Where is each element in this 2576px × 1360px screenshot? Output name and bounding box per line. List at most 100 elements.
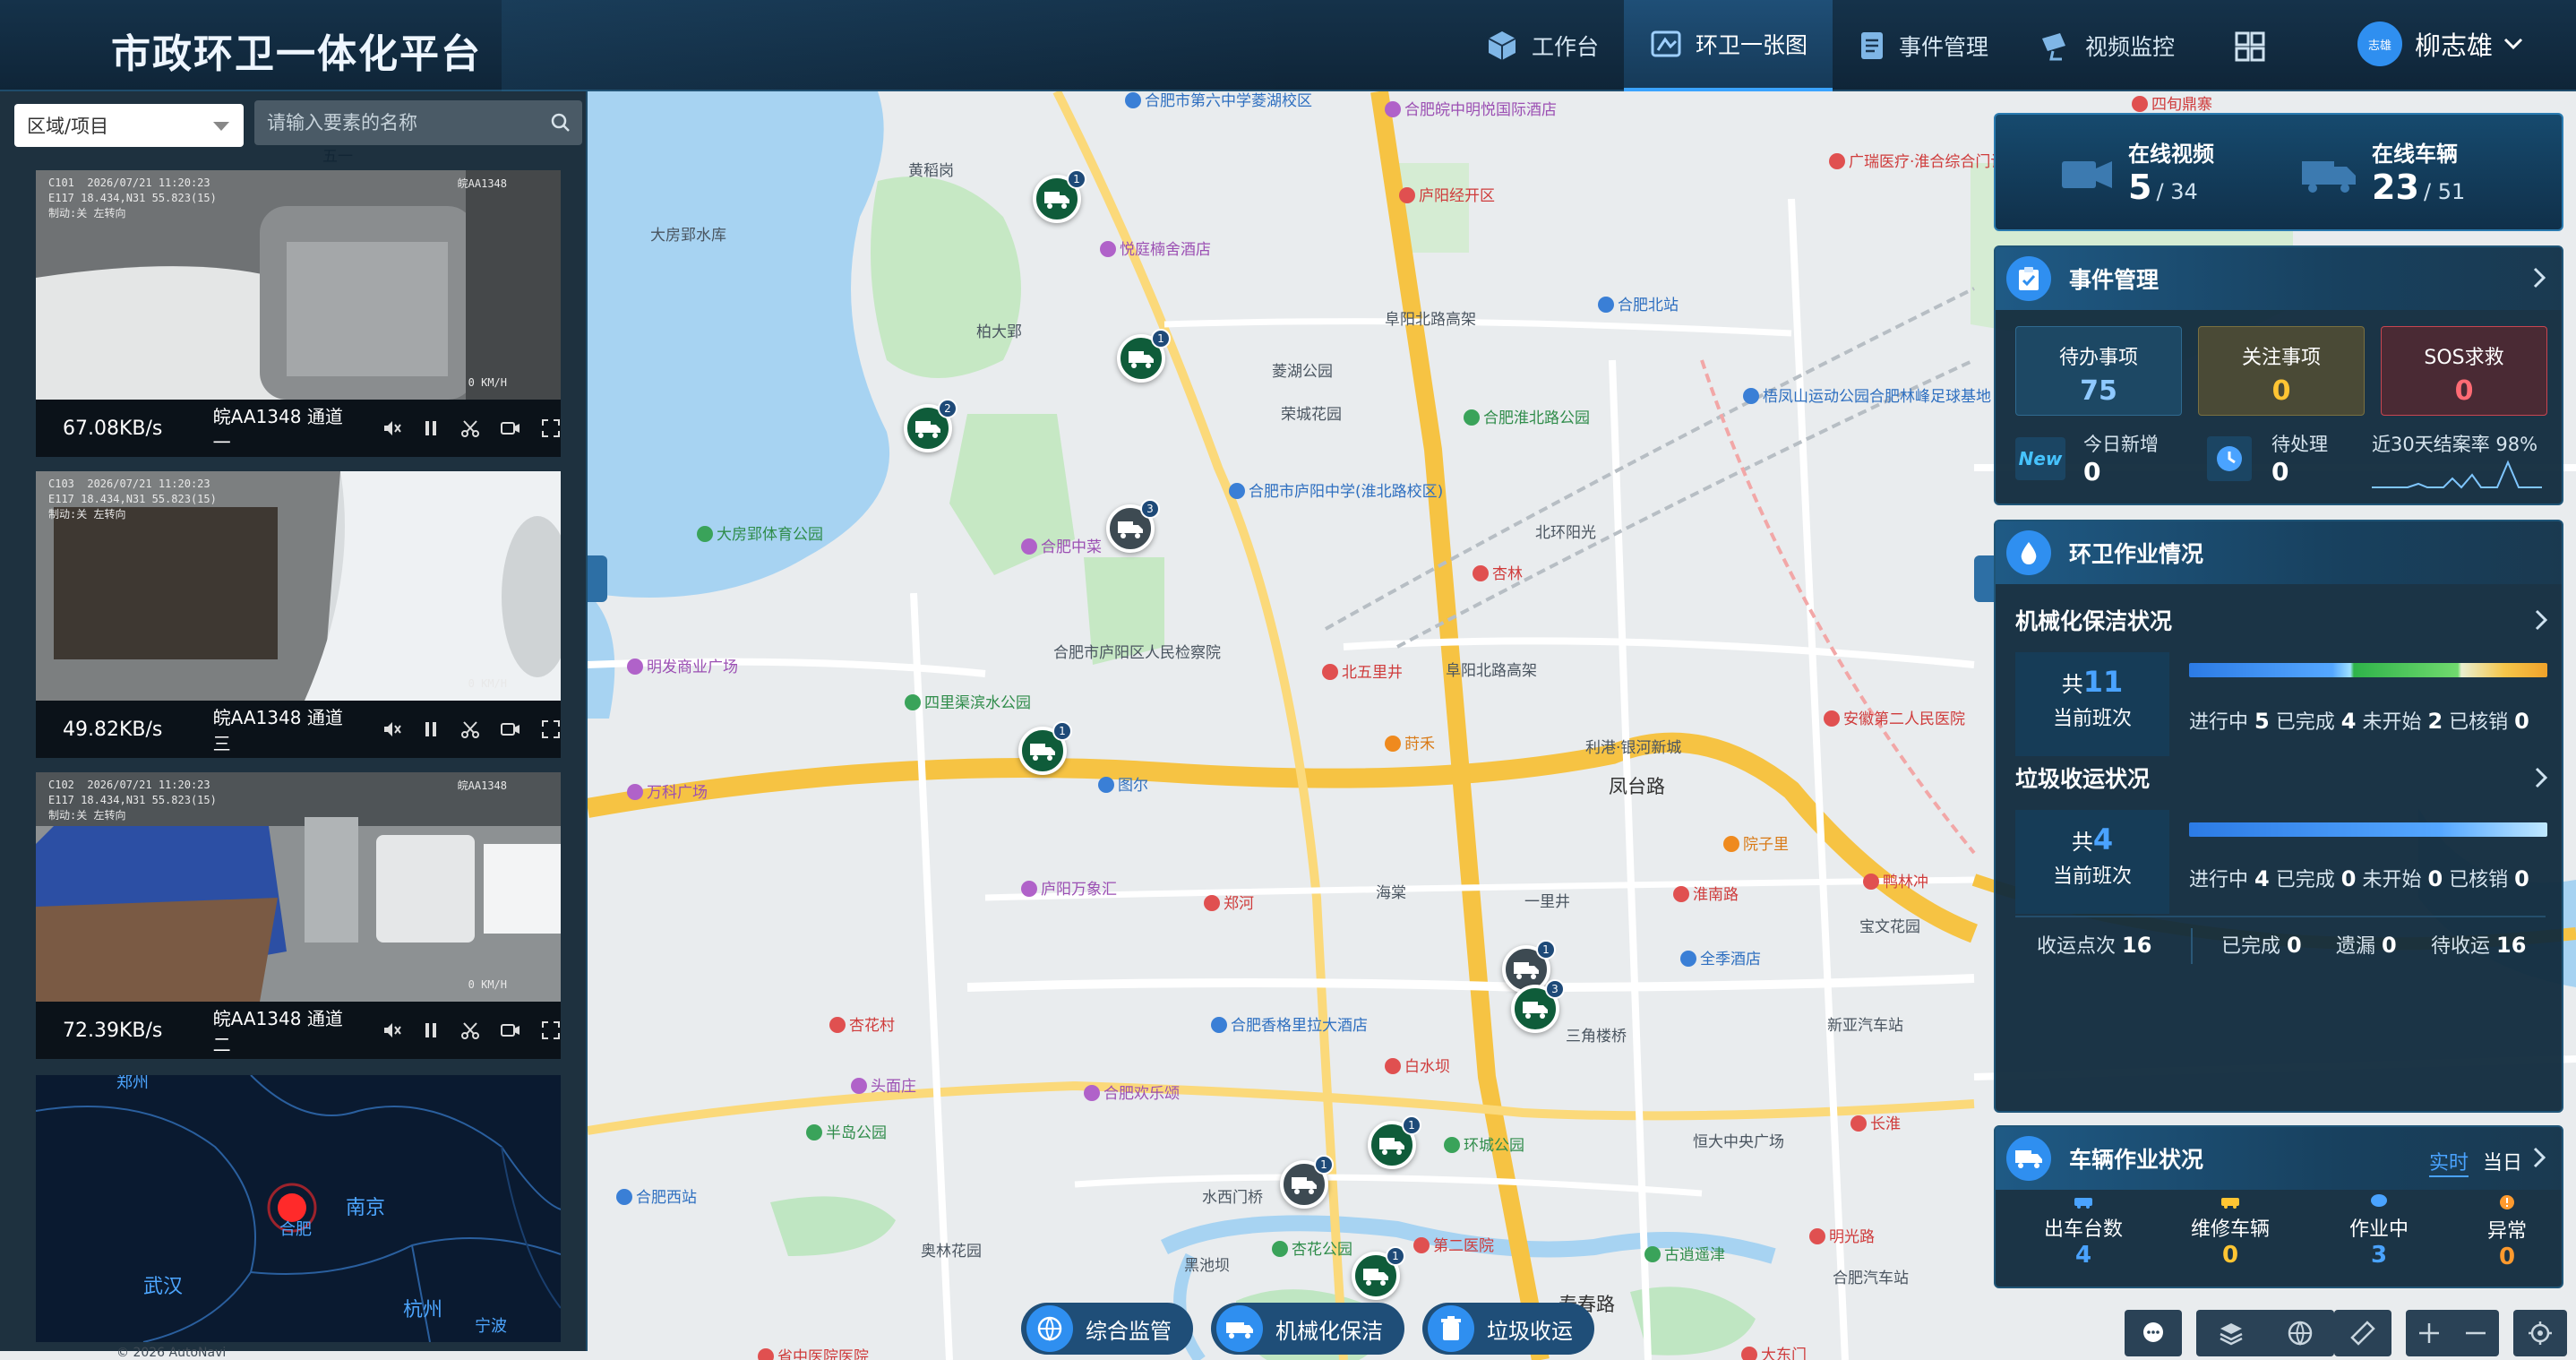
fullscreen-icon[interactable] bbox=[541, 719, 561, 739]
map-poi-label[interactable]: 四里渠滨水公园 bbox=[905, 690, 1031, 712]
map-poi-label[interactable]: 合肥市庐阳中学(淮北路校区) bbox=[1229, 478, 1443, 501]
fullscreen-icon[interactable] bbox=[541, 418, 561, 438]
map-poi-label[interactable]: 柏大郢 bbox=[976, 319, 1022, 341]
map-poi-label[interactable]: 庐阳经开区 bbox=[1399, 183, 1495, 205]
map-poi-label[interactable]: 合肥香格里拉大酒店 bbox=[1211, 1012, 1368, 1035]
map-poi-label[interactable]: 合肥欢乐颂 bbox=[1084, 1080, 1180, 1103]
tab-realtime[interactable]: 实时 bbox=[2429, 1147, 2469, 1177]
map-poi-label[interactable]: 宝文花园 bbox=[1859, 914, 1920, 936]
map-poi-label[interactable]: 荣城花园 bbox=[1281, 401, 1342, 424]
map-poi-label[interactable]: 明光路 bbox=[1809, 1224, 1875, 1246]
video-window-3[interactable]: C102 2026/07/21 11:20:23 E117 18.434,N31… bbox=[36, 772, 561, 1059]
chevron-right-icon[interactable] bbox=[2535, 767, 2547, 788]
message-button[interactable] bbox=[2125, 1310, 2182, 1356]
search-icon[interactable] bbox=[550, 112, 571, 133]
stat-out[interactable]: 出车台数 4 bbox=[2015, 1193, 2151, 1269]
map-poi-label[interactable]: 古逍遥津 bbox=[1644, 1242, 1725, 1264]
video-window-2[interactable]: C103 2026/07/21 11:20:23 E117 18.434,N31… bbox=[36, 471, 561, 758]
record-icon[interactable] bbox=[500, 418, 521, 438]
pause-icon[interactable] bbox=[421, 418, 441, 438]
map-poi-label[interactable]: 合肥汽车站 bbox=[1833, 1265, 1909, 1287]
map-poi-label[interactable]: 奥林花园 bbox=[921, 1238, 982, 1261]
area-select[interactable]: 区域/项目 bbox=[14, 104, 244, 147]
vehicle-marker[interactable]: 3 bbox=[1106, 499, 1160, 553]
map-poi-label[interactable]: 环城公园 bbox=[1444, 1132, 1524, 1155]
overview-minimap[interactable]: 合肥 南京 武汉 杭州 宁波 郑州 bbox=[36, 1075, 561, 1342]
vehicle-marker[interactable]: 1 bbox=[1280, 1155, 1334, 1209]
vehicle-marker[interactable]: 1 bbox=[1117, 329, 1171, 383]
map-poi-label[interactable]: 合肥市第六中学菱湖校区 bbox=[1125, 91, 1312, 110]
scissors-icon[interactable] bbox=[460, 418, 480, 438]
scissors-icon[interactable] bbox=[460, 719, 480, 739]
map-poi-label[interactable]: 头面庄 bbox=[851, 1073, 916, 1096]
map-poi-label[interactable]: 水西门桥 bbox=[1202, 1184, 1263, 1207]
chevron-right-icon[interactable] bbox=[2535, 609, 2547, 631]
map-poi-label[interactable]: 菱湖公园 bbox=[1272, 358, 1333, 381]
stat-working[interactable]: 作业中 3 bbox=[2311, 1193, 2447, 1269]
nav-video-monitor[interactable]: 视频监控 bbox=[2014, 0, 2200, 91]
vehicle-marker[interactable]: 2 bbox=[904, 399, 957, 452]
event-panel-header[interactable]: 事件管理 bbox=[1996, 247, 2562, 310]
map-poi-label[interactable]: 万科广场 bbox=[627, 779, 708, 802]
map-poi-label[interactable]: 新亚汽车站 bbox=[1827, 1012, 1903, 1035]
map-poi-label[interactable]: 合肥皖中明悦国际酒店 bbox=[1385, 97, 1557, 119]
tool-comprehensive[interactable]: 综合监管 bbox=[1021, 1303, 1193, 1355]
video-window-1[interactable]: C101 2026/07/21 11:20:23 E117 18.434,N31… bbox=[36, 170, 561, 457]
map-poi-label[interactable]: 黄稻岗 bbox=[908, 158, 954, 180]
nav-event-management[interactable]: 事件管理 bbox=[1833, 0, 2014, 91]
fullscreen-icon[interactable] bbox=[541, 1020, 561, 1040]
record-icon[interactable] bbox=[500, 1020, 521, 1040]
mute-icon[interactable] bbox=[382, 1020, 401, 1040]
pause-icon[interactable] bbox=[421, 1020, 441, 1040]
tool-mech-clean[interactable]: 机械化保洁 bbox=[1211, 1303, 1404, 1355]
ruler-button[interactable] bbox=[2334, 1310, 2391, 1356]
map-poi-label[interactable]: 合肥西站 bbox=[616, 1184, 697, 1207]
map-poi-label[interactable]: 杏花公园 bbox=[1272, 1236, 1352, 1259]
nav-sanitation-map[interactable]: 环卫一张图 bbox=[1624, 0, 1833, 91]
apps-grid-button[interactable] bbox=[2230, 27, 2270, 66]
map-poi-label[interactable]: 合肥中菜 bbox=[1021, 534, 1102, 556]
record-icon[interactable] bbox=[500, 719, 521, 739]
zoom-out-icon[interactable] bbox=[2463, 1321, 2488, 1346]
left-panel-toggle[interactable] bbox=[588, 555, 607, 602]
map-poi-label[interactable]: 明发商业广场 bbox=[627, 654, 738, 676]
vehicle-marker[interactable]: 3 bbox=[1511, 979, 1565, 1033]
vehicle-marker[interactable]: 1 bbox=[1352, 1246, 1405, 1300]
map-poi-label[interactable]: 院子里 bbox=[1723, 831, 1789, 854]
map-poi-label[interactable]: 安徽第二人民医院 bbox=[1824, 706, 1965, 728]
online-video[interactable]: 在线视频 5 / 34 bbox=[2058, 136, 2214, 207]
zoom-in-icon[interactable] bbox=[2417, 1321, 2442, 1346]
map-poi-label[interactable]: 杏花村 bbox=[829, 1012, 895, 1035]
map-poi-label[interactable]: 黑池坝 bbox=[1184, 1252, 1230, 1275]
map-poi-label[interactable]: 杏林 bbox=[1473, 561, 1523, 583]
focus-box[interactable]: 关注事项 0 bbox=[2198, 326, 2365, 416]
chevron-right-icon[interactable] bbox=[2533, 267, 2546, 288]
nav-workbench[interactable]: 工作台 bbox=[1460, 0, 1624, 91]
layers-icon[interactable] bbox=[2218, 1320, 2245, 1347]
map-poi-label[interactable]: 利港·银河新城 bbox=[1585, 735, 1681, 757]
map-poi-label[interactable]: 阜阳北路高架 bbox=[1446, 658, 1537, 680]
vehicle-marker[interactable]: 1 bbox=[1018, 721, 1072, 775]
map-poi-label[interactable]: 四旬鼎寨 bbox=[2132, 91, 2212, 114]
map-poi-label[interactable]: 长淮 bbox=[1850, 1111, 1901, 1133]
map-poi-label[interactable]: 淮南路 bbox=[1673, 882, 1739, 904]
map-poi-label[interactable]: 鸭林冲 bbox=[1863, 869, 1928, 891]
map-poi-label[interactable]: 全季酒店 bbox=[1680, 946, 1761, 968]
tool-garbage[interactable]: 垃圾收运 bbox=[1422, 1303, 1594, 1355]
search-input[interactable] bbox=[267, 112, 545, 133]
map-poi-label[interactable]: 三角楼桥 bbox=[1566, 1023, 1627, 1046]
map-poi-label[interactable]: 阜阳北路高架 bbox=[1385, 306, 1476, 329]
map-poi-label[interactable]: 省中医院医院 bbox=[758, 1344, 869, 1360]
stat-repair[interactable]: 维修车辆 0 bbox=[2162, 1193, 2298, 1269]
mute-icon[interactable] bbox=[382, 719, 401, 739]
map-poi-label[interactable]: 大房郢水库 bbox=[650, 222, 726, 245]
map-poi-label[interactable]: 北五里井 bbox=[1322, 659, 1403, 682]
chevron-right-icon[interactable] bbox=[2533, 1147, 2546, 1168]
user-menu[interactable]: 志雄 柳志雄 bbox=[2357, 22, 2523, 66]
vehicle-marker[interactable]: 1 bbox=[1033, 169, 1086, 223]
sos-box[interactable]: SOS求救 0 bbox=[2381, 326, 2547, 416]
map-poi-label[interactable]: 合肥北站 bbox=[1598, 292, 1679, 314]
right-panel-toggle[interactable] bbox=[1974, 555, 1994, 602]
map-poi-label[interactable]: 庐阳万象汇 bbox=[1021, 876, 1117, 899]
vehicle-marker[interactable]: 1 bbox=[1368, 1115, 1421, 1169]
